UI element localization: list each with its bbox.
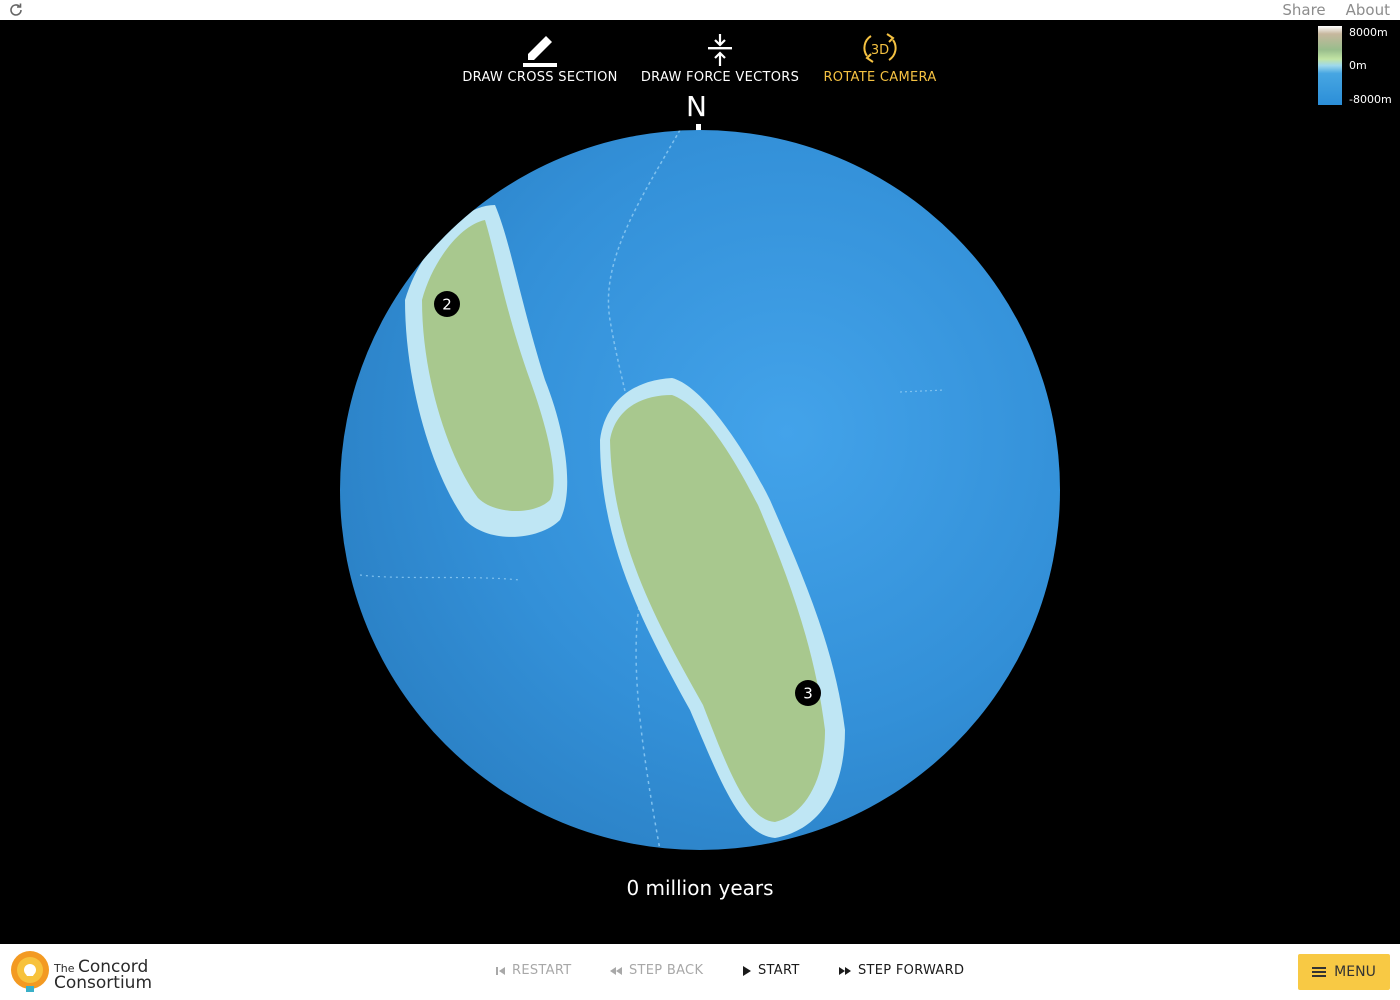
about-link[interactable]: About: [1346, 0, 1390, 20]
play-icon: [743, 965, 751, 976]
reload-icon[interactable]: [8, 2, 24, 18]
time-readout: 0 million years: [626, 876, 774, 900]
share-link[interactable]: Share: [1282, 0, 1325, 20]
legend-max: 8000m: [1349, 26, 1388, 39]
start-button[interactable]: START: [742, 963, 800, 978]
draw-cross-section-button[interactable]: DRAW CROSS SECTION: [455, 20, 625, 85]
step-back-label: STEP BACK: [629, 963, 704, 978]
tool-label: DRAW FORCE VECTORS: [640, 70, 800, 85]
menu-label: MENU: [1334, 964, 1376, 980]
step-forward-label: STEP FORWARD: [858, 963, 965, 978]
draw-force-vectors-button[interactable]: DRAW FORCE VECTORS: [635, 20, 805, 85]
fast-forward-icon: [839, 966, 851, 975]
legend-zero: 0m: [1349, 59, 1367, 72]
step-back-button[interactable]: STEP BACK: [609, 963, 703, 978]
plate-number: 3: [803, 685, 813, 703]
pencil-icon: [523, 36, 557, 67]
tool-label: ROTATE CAMERA: [823, 70, 937, 85]
rewind-icon: [610, 966, 622, 975]
tool-label: DRAW CROSS SECTION: [462, 70, 618, 85]
plate-marker-3[interactable]: 3: [795, 680, 821, 706]
top-bar: Share About: [0, 0, 1400, 20]
rotate-camera-button[interactable]: 3D ROTATE CAMERA: [795, 20, 965, 85]
restart-button[interactable]: RESTART: [496, 963, 571, 978]
start-label: START: [758, 963, 800, 978]
restart-label: RESTART: [512, 963, 572, 978]
hamburger-icon: [1312, 967, 1327, 977]
plate-number: 2: [442, 296, 452, 314]
bottom-bar: The Concord Consortium RESTART STEP BACK…: [0, 944, 1400, 1000]
tool-bar: DRAW CROSS SECTION DRAW FORCE VECTORS 3D…: [0, 20, 1400, 100]
compress-arrows-icon: [708, 34, 732, 66]
menu-button[interactable]: MENU: [1298, 954, 1390, 990]
skip-back-icon: [496, 966, 505, 975]
rotate-badge: 3D: [871, 43, 889, 58]
rotate-3d-icon: 3D: [863, 33, 897, 63]
plate-marker-2[interactable]: 2: [434, 291, 460, 317]
planet-globe[interactable]: 2 3: [0, 90, 1400, 870]
step-forward-button[interactable]: STEP FORWARD: [838, 963, 964, 978]
